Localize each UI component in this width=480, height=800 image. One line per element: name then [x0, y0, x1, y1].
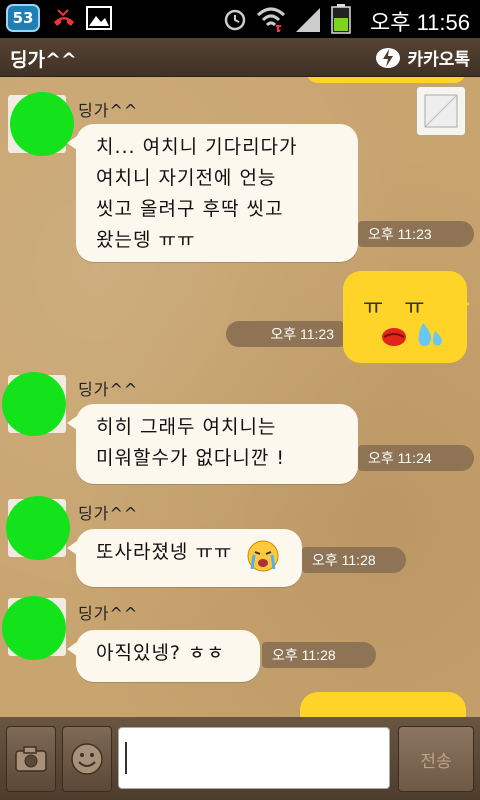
- avatar: [10, 92, 74, 156]
- message-input-bar: 전송: [0, 717, 480, 800]
- friend-message-bubble[interactable]: 아직있넹? ㅎㅎ: [67, 630, 260, 682]
- chat-title: 딩가^^: [10, 49, 77, 71]
- send-button[interactable]: 전송: [398, 726, 474, 792]
- friend-avatar[interactable]: [0, 496, 70, 560]
- message-timestamp: 오후 11:28: [262, 642, 376, 668]
- message-text-line: 왔는뎅 ㅠㅠ: [96, 229, 196, 251]
- status-time: 오후 11:56: [369, 10, 470, 35]
- message-timestamp: 오후 11:23: [226, 321, 344, 347]
- message-timestamp: 오후 11:23: [358, 221, 474, 247]
- friend-avatar[interactable]: [0, 596, 66, 660]
- notification-badge-icon: 53: [6, 4, 40, 32]
- chat-message-list[interactable]: 딩가^^ 치... 여치니 기다리다가 여치니 자기전에 언능 씻고 올려구 후…: [0, 77, 480, 717]
- sender-name: 딩가^^: [78, 504, 139, 523]
- crying-emoji-icon: [247, 540, 279, 572]
- smiley-icon: [71, 743, 103, 775]
- gallery-icon: [86, 6, 112, 30]
- emoticon-button[interactable]: [62, 726, 112, 792]
- emoticon-toggle-button[interactable]: [416, 86, 466, 136]
- message-text-line: 아직있넹? ㅎㅎ: [96, 642, 226, 664]
- message-text-line: 또사라졌넹 ㅠㅠ: [96, 541, 233, 563]
- missed-call-icon: [54, 9, 74, 26]
- battery-icon: [331, 4, 351, 34]
- message-text-line: 히히 그래두 여치니는: [96, 416, 277, 438]
- avatar: [6, 496, 70, 560]
- message-text-line: 치... 여치니 기다리다가: [96, 136, 298, 158]
- friend-avatar[interactable]: [0, 92, 74, 156]
- friend-message-bubble[interactable]: 히히 그래두 여치니는 미워할수가 없다니깐 !: [67, 404, 358, 484]
- message-text-line: 씻고 올려구 후딱 씻고: [96, 198, 284, 220]
- avatar: [2, 372, 66, 436]
- message-text-line: 여치니 자기전에 언능: [96, 167, 277, 189]
- wifi-icon: [256, 7, 286, 32]
- brand-label: 카카오톡: [407, 50, 470, 70]
- attach-camera-button[interactable]: [6, 726, 56, 792]
- sender-name: 딩가^^: [78, 380, 139, 399]
- text-cursor: [125, 742, 127, 774]
- message-input[interactable]: [118, 727, 390, 789]
- camera-icon: [15, 746, 47, 772]
- message-timestamp: 오후 11:24: [358, 445, 474, 471]
- kakaotalk-logo-icon: [376, 47, 401, 68]
- sender-name: 딩가^^: [78, 604, 139, 623]
- my-message-bubble-partial[interactable]: [300, 692, 466, 717]
- alarm-icon: [224, 9, 246, 31]
- kiss-sweat-icon: [382, 323, 442, 347]
- friend-avatar[interactable]: [0, 372, 66, 436]
- message-timestamp: 오후 11:28: [302, 547, 406, 573]
- emoticon-placeholder-icon: [424, 94, 458, 128]
- friend-message-bubble[interactable]: 또사라졌넹 ㅠㅠ: [67, 529, 302, 587]
- signal-icon: [296, 8, 320, 32]
- sender-name: 딩가^^: [78, 101, 139, 120]
- status-bar: 53 오후 11:56: [0, 0, 480, 38]
- kakaotalk-brand[interactable]: 카카오톡: [375, 45, 470, 70]
- my-message-bubble-partial[interactable]: [306, 77, 466, 83]
- message-text-line: 미워할수가 없다니깐 !: [96, 447, 286, 469]
- sticker-eyes-text: ㅠ ㅠ: [363, 295, 425, 320]
- my-sticker-bubble[interactable]: ㅠ ㅠ: [343, 271, 467, 363]
- avatar: [2, 596, 66, 660]
- chat-header: 딩가^^ 카카오톡: [0, 38, 480, 77]
- friend-message-bubble[interactable]: 치... 여치니 기다리다가 여치니 자기전에 언능 씻고 올려구 후딱 씻고 …: [67, 124, 358, 262]
